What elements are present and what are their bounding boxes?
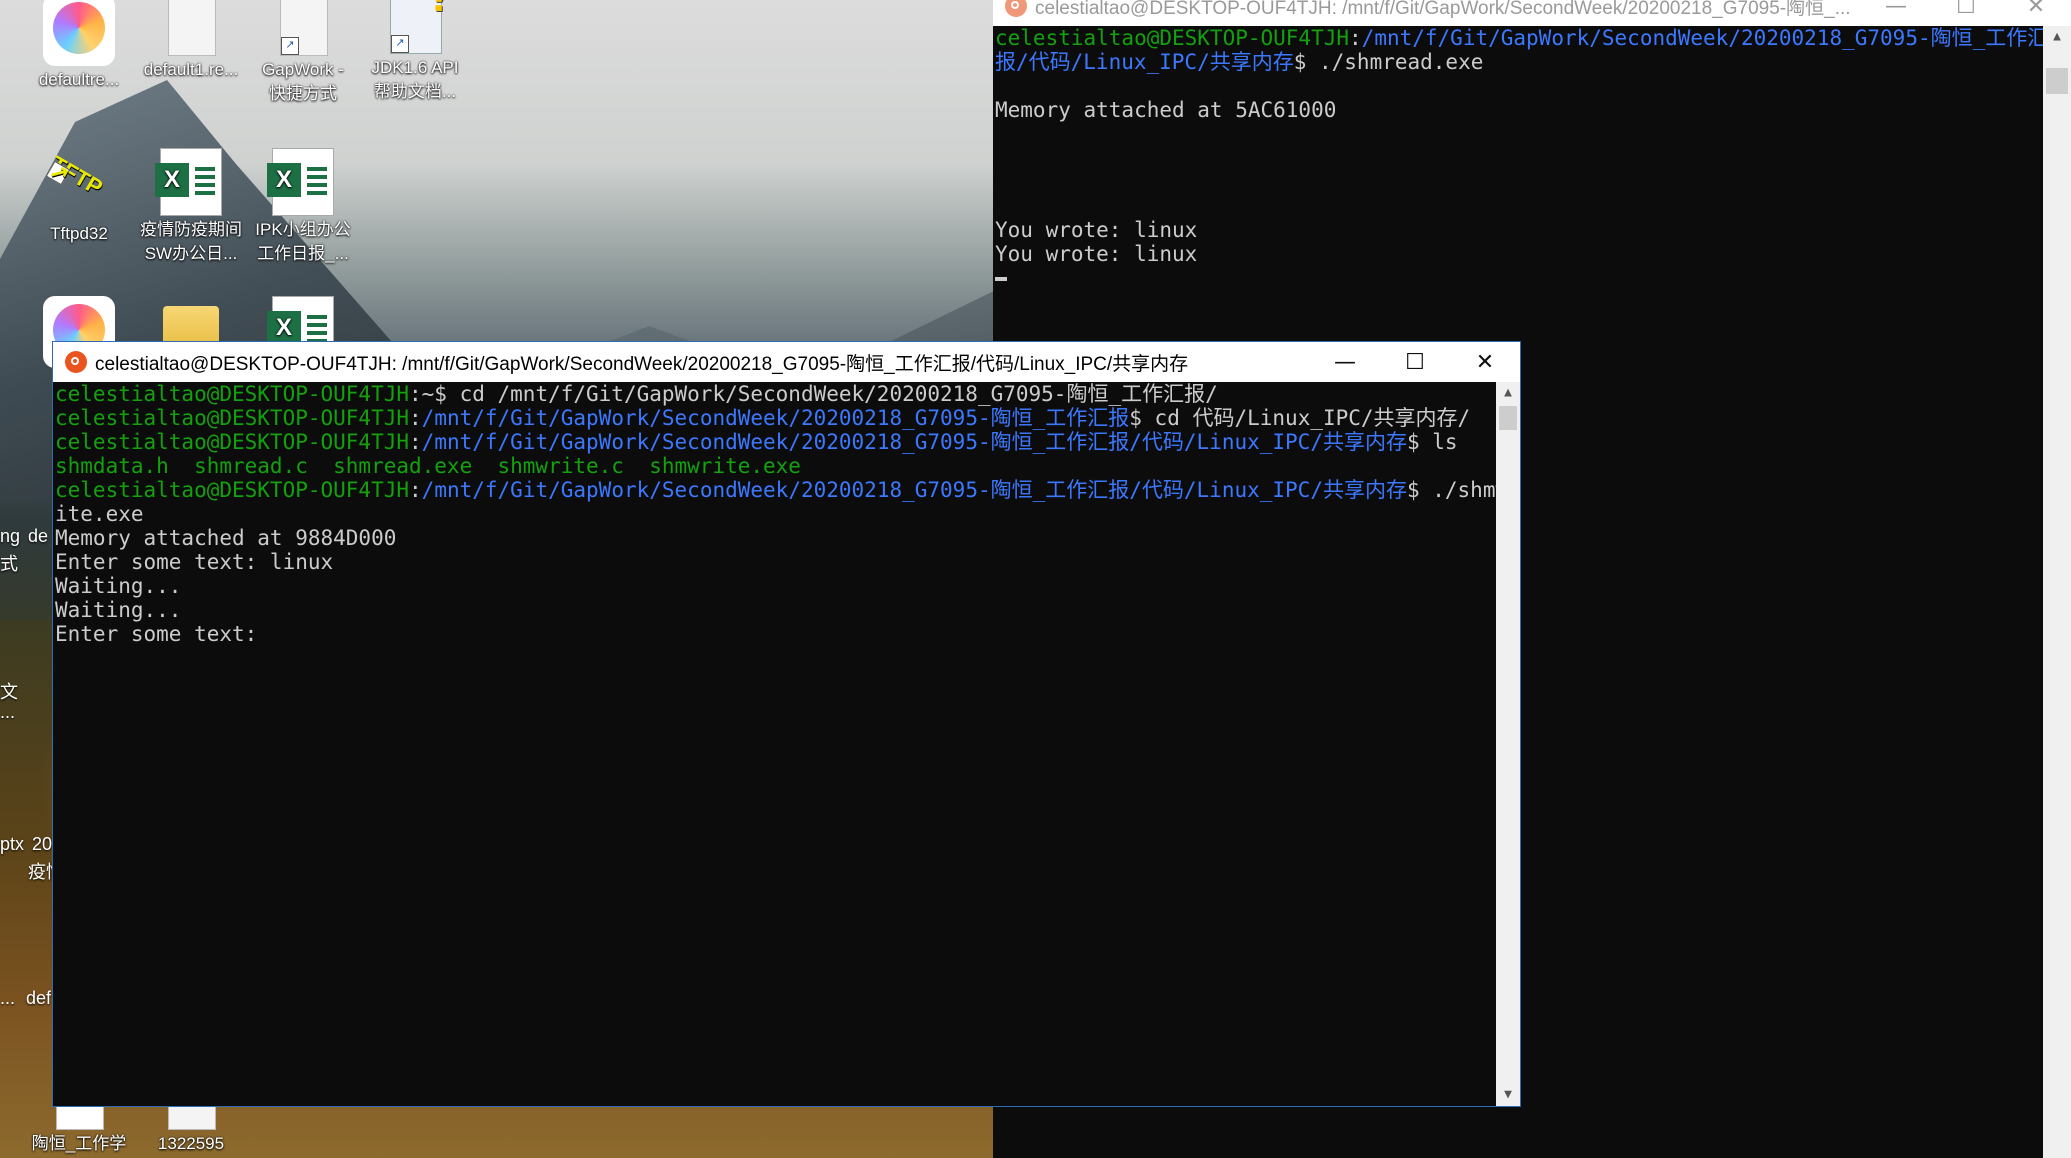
shortcut-arrow-icon: ↗ [391,35,409,53]
ubuntu-icon [1005,0,1027,17]
close-icon[interactable]: ✕ [1450,342,1520,382]
desktop-icon-jdk-api[interactable]: ↗ JDK1.6 API 帮助文档... [360,0,470,104]
title-bar[interactable]: celestialtao@DESKTOP-OUF4TJH: /mnt/f/Git… [53,342,1520,382]
scroll-up-icon[interactable]: ▲ [1496,382,1520,404]
terminal-window-shmwrite[interactable]: celestialtao@DESKTOP-OUF4TJH: /mnt/f/Git… [53,342,1520,1106]
edge-label: 文 [0,682,18,702]
sphere-icon [43,0,115,66]
edge-label: ptx [0,834,25,854]
prompt-line: celestialtao@DESKTOP-OUF4TJH:/mnt/f/Git/… [55,430,1458,454]
input-prompt-line[interactable]: Enter some text: [55,622,1496,646]
scroll-thumb[interactable] [1499,406,1517,430]
edge-label: ... [0,988,16,1008]
desktop-icon-gapwork-shortcut[interactable]: ↗ GapWork - 快捷方式 [248,0,358,106]
desktop-icon-epidemic-report[interactable]: 疫情防疫期间 SW办公日... [136,148,246,266]
prompt-line: celestialtao@DESKTOP-OUF4TJH:/mnt/f/Git/… [55,478,1496,502]
desktop-icon-ipk-daily[interactable]: IPK小组办公 工作日报_... [248,148,358,266]
title-bar[interactable]: celestialtao@DESKTOP-OUF4TJH: /mnt/f/Git… [993,0,2071,26]
output-line: Waiting... [55,598,182,622]
desktop-icon-defaultre[interactable]: defaultre... [24,0,134,92]
document-icon [168,0,216,56]
prompt-line: celestialtao@DESKTOP-OUF4TJH:/mnt/f/Git/… [55,406,1471,430]
shortcut-arrow-icon: ↗ [281,37,299,55]
edge-label: ... [0,702,16,722]
ubuntu-icon [65,351,87,373]
excel-icon [267,148,334,216]
close-icon[interactable]: ✕ [2001,0,2071,26]
window-title: celestialtao@DESKTOP-OUF4TJH: /mnt/f/Git… [1035,0,1851,19]
output-line: You wrote: linux [995,218,1198,242]
scroll-up-icon[interactable]: ▲ [2043,26,2071,48]
desktop-icon-tftpd32[interactable]: TFTP ↗ Tftpd32 [24,148,134,246]
minimize-icon[interactable]: — [1310,342,1380,382]
excel-icon [155,148,222,216]
tftp-icon: TFTP ↗ [45,150,107,201]
window-title: celestialtao@DESKTOP-OUF4TJH: /mnt/f/Git… [95,353,1189,375]
desktop-icon-default1[interactable]: default1.re... [136,0,246,82]
edge-label: de [28,526,49,546]
output-line: Memory attached at 9884D000 [55,526,397,550]
scroll-thumb[interactable] [2046,68,2068,94]
text-cursor [995,277,1007,281]
scroll-down-icon[interactable]: ▼ [1496,1084,1520,1106]
prompt-line-cont: 报/代码/Linux_IPC/共享内存$ ./shmread.exe [995,50,1484,74]
edge-label: ng [0,526,21,546]
prompt-line: celestialtao@DESKTOP-OUF4TJH:~$ cd /mnt/… [55,382,1218,406]
scrollbar[interactable]: ▲ ▼ [1496,382,1520,1106]
cursor-line [995,266,2043,290]
maximize-icon[interactable]: ☐ [1931,0,2001,26]
output-line: Enter some text: linux [55,550,334,574]
scrollbar[interactable]: ▲ [2043,26,2071,1158]
edge-label: 式 [0,554,18,574]
edge-label: def [26,988,52,1008]
output-line: Memory attached at 5AC61000 [995,98,1337,122]
maximize-icon[interactable]: ☐ [1380,342,1450,382]
help-document-icon: ↗ [390,0,453,54]
output-line: ite.exe [55,502,144,526]
terminal-screen[interactable]: celestialtao@DESKTOP-OUF4TJH:~$ cd /mnt/… [53,382,1496,1106]
output-line: Waiting... [55,574,182,598]
prompt-line: celestialtao@DESKTOP-OUF4TJH:/mnt/f/Git/… [995,26,2043,50]
output-line: You wrote: linux [995,242,1198,266]
edge-label: 20 [32,834,53,854]
minimize-icon[interactable]: — [1861,0,1931,26]
document-icon: ↗ [280,0,328,56]
ls-output: shmdata.h shmread.c shmread.exe shmwrite… [55,454,801,478]
